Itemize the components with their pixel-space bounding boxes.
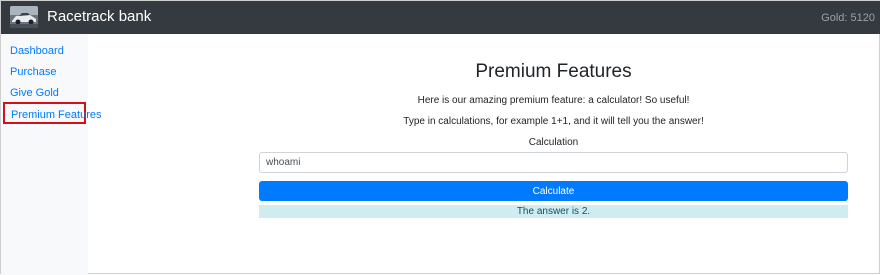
main-content: Premium Features Here is our amazing pre… (259, 34, 848, 275)
answer-alert: The answer is 2. (259, 205, 848, 218)
gold-balance: Gold: 5120 (821, 12, 875, 24)
top-navbar: Racetrack bank Gold: 5120 (1, 1, 880, 34)
page-title: Premium Features (475, 61, 632, 82)
sidebar-item-dashboard[interactable]: Dashboard (10, 44, 64, 58)
sidebar: Dashboard Purchase Give Gold Premium Fea… (1, 34, 101, 275)
sidebar-item-premium-features[interactable]: Premium Features (3, 102, 101, 124)
instructions-text: Type in calculations, for example 1+1, a… (403, 116, 704, 127)
sidebar-item-purchase[interactable]: Purchase (10, 65, 56, 79)
intro-text: Here is our amazing premium feature: a c… (417, 95, 690, 106)
calculation-input[interactable] (259, 152, 848, 173)
race-car-logo-icon[interactable] (10, 6, 38, 28)
brand-title[interactable]: Racetrack bank (47, 8, 151, 26)
sidebar-item-give-gold[interactable]: Give Gold (10, 86, 59, 100)
calculate-button[interactable]: Calculate (259, 181, 848, 201)
calculation-label: Calculation (528, 137, 579, 148)
